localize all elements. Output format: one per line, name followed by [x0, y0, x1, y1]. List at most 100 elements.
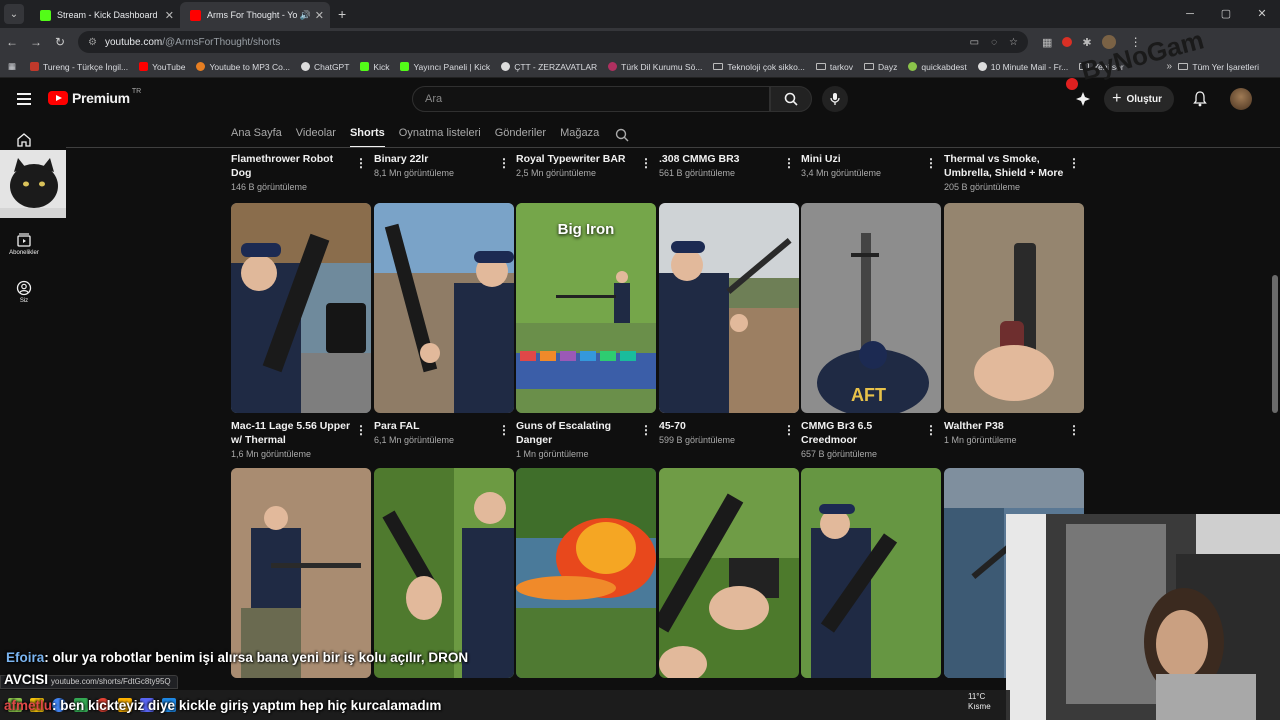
bookmark-item[interactable]: Yayıncı Paneli | Kick: [400, 62, 490, 72]
tab-shorts[interactable]: Shorts: [349, 122, 385, 148]
search-button[interactable]: [770, 86, 812, 112]
close-window-icon[interactable]: ✕: [1244, 0, 1280, 28]
channel-search-icon[interactable]: [615, 128, 629, 142]
more-options-icon[interactable]: ⋮: [640, 423, 652, 437]
short-thumbnail[interactable]: [231, 203, 371, 413]
bookmark-item[interactable]: ÇTT - ZERZAVATLAR: [501, 62, 597, 72]
more-options-icon[interactable]: ⋮: [783, 156, 795, 170]
cast-icon[interactable]: ▭: [970, 37, 979, 48]
short-thumbnail[interactable]: [801, 468, 941, 678]
short-title[interactable]: Royal Typewriter BAR: [516, 152, 636, 166]
short-thumbnail[interactable]: [944, 203, 1084, 413]
short-title[interactable]: Binary 22lr: [374, 152, 494, 166]
bookmark-item[interactable]: Kick: [360, 62, 389, 72]
short-title[interactable]: Mac-11 Lage 5.56 Upper w/ Thermal: [231, 419, 351, 447]
short-card[interactable]: Big Iron Guns of Escalating Danger 1 Mn …: [516, 203, 656, 459]
bookmark-item[interactable]: YouTube: [139, 62, 185, 72]
bookmark-folder[interactable]: Teknoloji çok sikko...: [713, 62, 805, 72]
voice-search-button[interactable]: [822, 86, 848, 112]
short-card[interactable]: [231, 468, 371, 678]
tab-playlists[interactable]: Oynatma listeleri: [399, 122, 481, 148]
tab-videos[interactable]: Videolar: [296, 122, 336, 148]
short-title[interactable]: Flamethrower Robot Dog: [231, 152, 351, 180]
bookmark-item[interactable]: Youtube to MP3 Co...: [196, 62, 290, 72]
taskbar-weather[interactable]: 11°C Kısme: [968, 692, 991, 712]
short-thumbnail[interactable]: AFT: [801, 203, 941, 413]
more-options-icon[interactable]: ⋮: [1068, 156, 1080, 170]
search-input[interactable]: Ara: [412, 86, 770, 112]
short-thumbnail[interactable]: Big Iron: [516, 203, 656, 413]
site-info-icon[interactable]: ⚙: [88, 37, 97, 48]
short-card[interactable]: AFT CMMG Br3 6.5 Creedmoor 657 B görüntü…: [801, 203, 941, 459]
forward-icon[interactable]: →: [24, 35, 48, 49]
eye-off-icon[interactable]: ◌: [991, 37, 997, 48]
tab-store[interactable]: Mağaza: [560, 122, 599, 148]
short-title[interactable]: 45-70: [659, 419, 779, 433]
browser-tab-kick[interactable]: Stream - Kick Dashboard ✕: [30, 2, 180, 28]
short-card[interactable]: 45-70 599 B görüntüleme ⋮: [659, 203, 799, 445]
hamburger-menu-icon[interactable]: [17, 93, 31, 105]
short-card[interactable]: Royal Typewriter BAR 2,5 Mn görüntüleme …: [516, 152, 656, 178]
youtube-logo[interactable]: Premium TR: [48, 88, 141, 106]
bookmark-item[interactable]: Türk Dil Kurumu Sö...: [608, 62, 702, 72]
more-options-icon[interactable]: ⋮: [925, 156, 937, 170]
more-options-icon[interactable]: ⋮: [925, 423, 937, 437]
short-thumbnail[interactable]: [374, 203, 514, 413]
close-tab-icon[interactable]: ✕: [315, 9, 324, 22]
short-thumbnail[interactable]: [659, 468, 799, 678]
address-bar[interactable]: ⚙ youtube.com/@ArmsForThought/shorts ▭ ◌…: [78, 31, 1028, 53]
short-card[interactable]: [659, 468, 799, 678]
reload-icon[interactable]: ↻: [48, 35, 72, 49]
more-options-icon[interactable]: ⋮: [640, 156, 652, 170]
short-title[interactable]: Thermal vs Smoke, Umbrella, Shield + Mor…: [944, 152, 1064, 180]
short-card[interactable]: Mini Uzi 3,4 Mn görüntüleme ⋮: [801, 152, 941, 178]
minimize-icon[interactable]: ─: [1172, 0, 1208, 28]
short-title[interactable]: Mini Uzi: [801, 152, 921, 166]
rail-home[interactable]: [0, 132, 48, 150]
browser-tab-youtube[interactable]: Arms For Thought - YouTub 🔊 ✕: [180, 2, 330, 28]
short-card[interactable]: [516, 468, 656, 678]
bookmark-folder[interactable]: tarkov: [815, 62, 853, 72]
rail-subscriptions[interactable]: Abonelikler: [0, 232, 48, 256]
page-scrollbar[interactable]: [1272, 275, 1278, 413]
bookmark-star-icon[interactable]: ☆: [1009, 37, 1018, 48]
extension-icon[interactable]: ▦: [1042, 36, 1052, 49]
short-card[interactable]: Para FAL 6,1 Mn görüntüleme ⋮: [374, 203, 514, 445]
short-card[interactable]: Binary 22lr 8,1 Mn görüntüleme ⋮: [374, 152, 514, 178]
account-avatar[interactable]: [1230, 88, 1252, 110]
short-title[interactable]: Para FAL: [374, 419, 494, 433]
back-icon[interactable]: ←: [0, 35, 24, 49]
short-card[interactable]: Walther P38 1 Mn görüntüleme ⋮: [944, 203, 1084, 445]
bookmark-folder[interactable]: Dayz: [864, 62, 897, 72]
tab-posts[interactable]: Gönderiler: [495, 122, 546, 148]
short-title[interactable]: Guns of Escalating Danger: [516, 419, 636, 447]
apps-grid-icon[interactable]: ▦: [8, 61, 16, 72]
tab-search-button[interactable]: ⌄: [4, 4, 24, 24]
short-card[interactable]: Thermal vs Smoke, Umbrella, Shield + Mor…: [944, 152, 1084, 192]
short-card[interactable]: [374, 468, 514, 678]
short-card[interactable]: [801, 468, 941, 678]
more-options-icon[interactable]: ⋮: [498, 423, 510, 437]
short-thumbnail[interactable]: [231, 468, 371, 678]
short-title[interactable]: .308 CMMG BR3: [659, 152, 779, 166]
maximize-icon[interactable]: ▢: [1208, 0, 1244, 28]
more-options-icon[interactable]: ⋮: [355, 423, 367, 437]
short-thumbnail[interactable]: [516, 468, 656, 678]
bookmark-item[interactable]: 10 Minute Mail - Fr...: [977, 62, 1068, 72]
bookmark-item[interactable]: ChatGPT: [300, 62, 349, 72]
short-card[interactable]: .308 CMMG BR3 561 B görüntüleme ⋮: [659, 152, 799, 178]
short-thumbnail[interactable]: [659, 203, 799, 413]
speaker-icon[interactable]: 🔊: [300, 10, 311, 21]
new-tab-button[interactable]: +: [338, 6, 346, 22]
short-title[interactable]: CMMG Br3 6.5 Creedmoor: [801, 419, 921, 447]
more-options-icon[interactable]: ⋮: [783, 423, 795, 437]
rail-you[interactable]: Siz: [0, 280, 48, 304]
short-thumbnail[interactable]: [374, 468, 514, 678]
tab-home[interactable]: Ana Sayfa: [231, 122, 282, 148]
short-card[interactable]: Flamethrower Robot Dog 146 B görüntüleme…: [231, 152, 371, 192]
more-options-icon[interactable]: ⋮: [355, 156, 367, 170]
bookmark-item[interactable]: quickabdest: [908, 62, 967, 72]
short-card[interactable]: Mac-11 Lage 5.56 Upper w/ Thermal 1,6 Mn…: [231, 203, 371, 459]
more-options-icon[interactable]: ⋮: [1068, 423, 1080, 437]
more-options-icon[interactable]: ⋮: [498, 156, 510, 170]
